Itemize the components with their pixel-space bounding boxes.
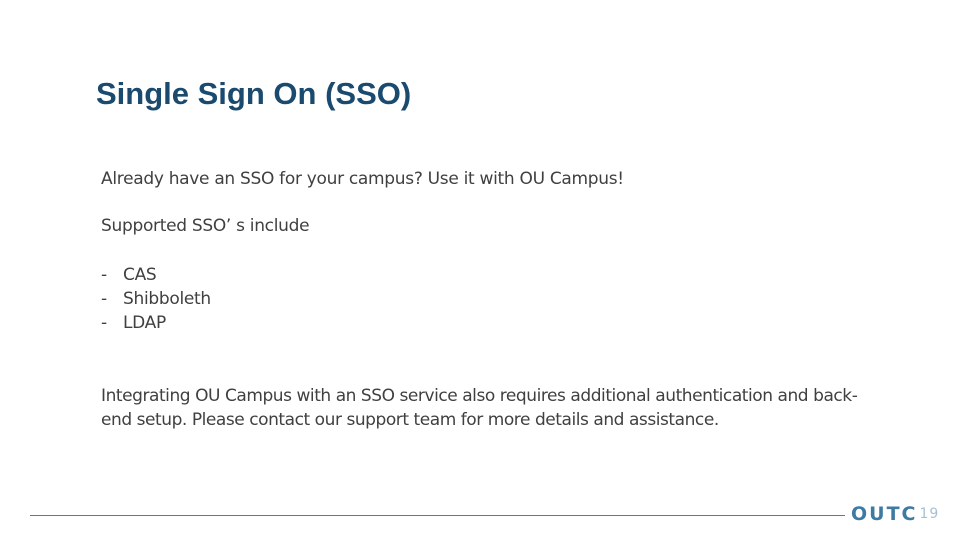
list-bullet: -: [101, 313, 107, 333]
sso-list: - CAS - Shibboleth - LDAP: [101, 264, 211, 336]
footer-divider: [30, 515, 845, 516]
list-item-label: Shibboleth: [123, 289, 211, 309]
intro-text: Already have an SSO for your campus? Use…: [101, 169, 624, 189]
supported-label: Supported SSO’ s include: [101, 216, 310, 236]
note-paragraph: Integrating OU Campus with an SSO servic…: [101, 386, 858, 430]
list-bullet: -: [101, 265, 107, 285]
conference-logo: OUTC 19: [851, 503, 939, 525]
list-item: - LDAP: [101, 312, 211, 336]
list-item: - CAS: [101, 264, 211, 288]
list-bullet: -: [101, 289, 107, 309]
logo-text: OUTC: [851, 503, 918, 525]
list-item-label: LDAP: [123, 313, 166, 333]
list-item: - Shibboleth: [101, 288, 211, 312]
slide-title: Single Sign On (SSO): [96, 76, 412, 111]
logo-year: 19: [919, 506, 940, 522]
list-item-label: CAS: [123, 265, 157, 285]
